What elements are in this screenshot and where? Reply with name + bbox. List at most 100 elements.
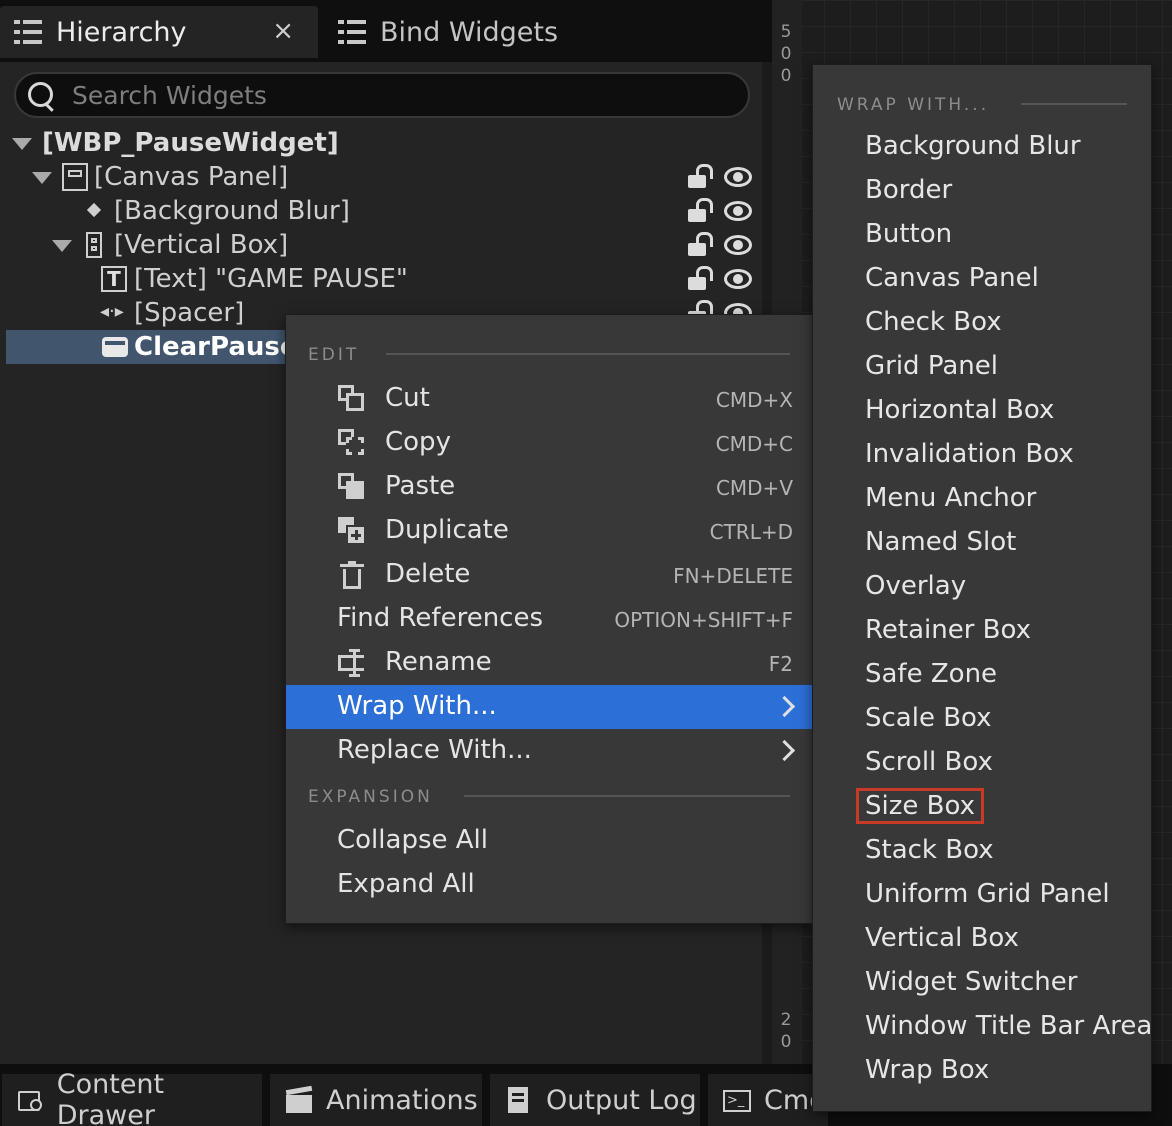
menu-item-cut[interactable]: Cut CMD+X bbox=[286, 377, 815, 421]
search-input[interactable] bbox=[72, 80, 672, 110]
canvas-panel-icon bbox=[62, 163, 88, 191]
submenu-item-stack-box[interactable]: Stack Box bbox=[865, 835, 994, 865]
paste-icon bbox=[338, 473, 366, 501]
trash-icon bbox=[338, 561, 366, 589]
submenu-item-retainer-box[interactable]: Retainer Box bbox=[865, 615, 1031, 645]
terminal-icon: >_ bbox=[722, 1085, 752, 1115]
menu-item-delete[interactable]: Delete FN+DELETE bbox=[286, 553, 815, 597]
tree-row-background-blur[interactable]: [Background Blur] bbox=[0, 194, 762, 228]
submenu-item-button[interactable]: Button bbox=[865, 219, 952, 249]
menu-item-label: Delete bbox=[385, 559, 471, 589]
submenu-item-canvas-panel[interactable]: Canvas Panel bbox=[865, 263, 1039, 293]
shortcut-label: FN+DELETE bbox=[673, 564, 793, 588]
menu-item-find-references[interactable]: Find References OPTION+SHIFT+F bbox=[286, 597, 815, 641]
tree-row-text[interactable]: T [Text] "GAME PAUSE" bbox=[0, 262, 762, 296]
submenu-item-safe-zone[interactable]: Safe Zone bbox=[865, 659, 997, 689]
tree-row-selected-button[interactable]: ClearPauseB bbox=[6, 330, 317, 364]
expand-arrow-icon[interactable] bbox=[32, 172, 52, 184]
submenu-item-vertical-box[interactable]: Vertical Box bbox=[865, 923, 1019, 953]
ruler-label: 5 bbox=[780, 22, 792, 42]
menu-item-label: Wrap With... bbox=[337, 691, 497, 721]
ruler-label: 0 bbox=[780, 1032, 792, 1052]
menu-item-label: Cut bbox=[385, 383, 430, 413]
submenu-item-named-slot[interactable]: Named Slot bbox=[865, 527, 1016, 557]
tree-row-label: [Vertical Box] bbox=[114, 230, 289, 260]
tab-animations[interactable]: Animations bbox=[270, 1074, 482, 1126]
submenu-item-uniform-grid-panel[interactable]: Uniform Grid Panel bbox=[865, 879, 1110, 909]
ruler-label: 2 bbox=[780, 1010, 792, 1030]
context-menu: EDIT Cut CMD+X Copy CMD+C Paste CMD+V Du… bbox=[285, 314, 815, 924]
tree-row-label: [Background Blur] bbox=[114, 196, 350, 226]
tab-output-log-label: Output Log bbox=[546, 1084, 697, 1116]
expand-arrow-icon[interactable] bbox=[12, 138, 32, 150]
eye-icon[interactable] bbox=[724, 269, 752, 289]
section-divider bbox=[464, 795, 790, 797]
menu-item-replace-with[interactable]: Replace With... bbox=[286, 729, 815, 773]
shortcut-label: CMD+X bbox=[715, 388, 793, 412]
submenu-item-widget-switcher[interactable]: Widget Switcher bbox=[865, 967, 1077, 997]
menu-item-label: Find References bbox=[337, 603, 544, 633]
section-divider bbox=[386, 353, 790, 355]
shortcut-label: OPTION+SHIFT+F bbox=[614, 608, 793, 632]
menu-item-collapse-all[interactable]: Collapse All bbox=[286, 819, 815, 863]
lock-icon[interactable] bbox=[688, 232, 714, 258]
eye-icon[interactable] bbox=[724, 235, 752, 255]
submenu-item-size-box[interactable]: Size Box bbox=[856, 788, 984, 824]
submenu-item-border[interactable]: Border bbox=[865, 175, 952, 205]
tree-row-canvas-panel[interactable]: [Canvas Panel] bbox=[0, 160, 762, 194]
submenu-item-check-box[interactable]: Check Box bbox=[865, 307, 1002, 337]
submenu-item-invalidation-box[interactable]: Invalidation Box bbox=[865, 439, 1074, 469]
menu-item-rename[interactable]: Rename F2 bbox=[286, 641, 815, 685]
submenu-item-scale-box[interactable]: Scale Box bbox=[865, 703, 992, 733]
submenu-item-menu-anchor[interactable]: Menu Anchor bbox=[865, 483, 1036, 513]
button-widget-icon bbox=[102, 337, 128, 357]
chevron-right-icon bbox=[777, 696, 793, 718]
section-header-edit: EDIT bbox=[308, 345, 360, 365]
lock-icon[interactable] bbox=[688, 198, 714, 224]
submenu-item-overlay[interactable]: Overlay bbox=[865, 571, 966, 601]
submenu-item-wrap-box[interactable]: Wrap Box bbox=[865, 1055, 989, 1085]
cut-icon bbox=[338, 385, 366, 413]
close-icon[interactable]: × bbox=[272, 18, 294, 44]
expand-arrow-icon[interactable] bbox=[52, 240, 72, 252]
tree-row-root[interactable]: [WBP_PauseWidget] bbox=[0, 126, 762, 160]
background-blur-icon bbox=[86, 202, 102, 218]
tab-content-drawer[interactable]: Content Drawer bbox=[2, 1069, 262, 1126]
shortcut-label: F2 bbox=[768, 652, 793, 676]
eye-icon[interactable] bbox=[724, 167, 752, 187]
search-icon bbox=[26, 80, 56, 110]
tab-hierarchy[interactable]: Hierarchy × bbox=[0, 6, 318, 58]
lock-icon[interactable] bbox=[688, 164, 714, 190]
tree-row-vertical-box[interactable]: [Vertical Box] bbox=[0, 228, 762, 262]
eye-icon[interactable] bbox=[724, 201, 752, 221]
submenu-item-window-title-bar-area[interactable]: Window Title Bar Area bbox=[865, 1011, 1152, 1041]
search-box[interactable] bbox=[14, 72, 750, 118]
menu-item-paste[interactable]: Paste CMD+V bbox=[286, 465, 815, 509]
submenu-item-horizontal-box[interactable]: Horizontal Box bbox=[865, 395, 1054, 425]
tree-row-label: [Text] "GAME PAUSE" bbox=[134, 264, 408, 294]
submenu-item-background-blur[interactable]: Background Blur bbox=[865, 131, 1081, 161]
tab-bind-widgets[interactable]: Bind Widgets bbox=[326, 6, 576, 58]
rename-icon bbox=[338, 649, 366, 677]
menu-item-label: Collapse All bbox=[337, 825, 488, 855]
tree-row-label: [WBP_PauseWidget] bbox=[42, 128, 339, 158]
panel-tab-bar: Hierarchy × Bind Widgets bbox=[0, 0, 772, 62]
tab-output-log[interactable]: Output Log bbox=[490, 1074, 700, 1126]
duplicate-icon bbox=[338, 517, 366, 545]
menu-item-label: Expand All bbox=[337, 869, 475, 899]
menu-item-wrap-with[interactable]: Wrap With... bbox=[286, 685, 815, 729]
menu-item-label: Copy bbox=[385, 427, 451, 457]
tab-animations-label: Animations bbox=[326, 1084, 478, 1116]
menu-item-duplicate[interactable]: Duplicate CTRL+D bbox=[286, 509, 815, 553]
lock-icon[interactable] bbox=[688, 266, 714, 292]
menu-item-copy[interactable]: Copy CMD+C bbox=[286, 421, 815, 465]
menu-item-expand-all[interactable]: Expand All bbox=[286, 863, 815, 907]
section-divider bbox=[1021, 103, 1127, 105]
submenu-item-scroll-box[interactable]: Scroll Box bbox=[865, 747, 993, 777]
submenu-item-grid-panel[interactable]: Grid Panel bbox=[865, 351, 998, 381]
submenu-header: WRAP WITH... bbox=[837, 95, 990, 115]
section-header-expansion: EXPANSION bbox=[308, 787, 433, 807]
shortcut-label: CTRL+D bbox=[709, 520, 793, 544]
clapperboard-icon bbox=[284, 1085, 314, 1115]
tab-cmd[interactable]: >_ Cmd bbox=[708, 1074, 828, 1126]
